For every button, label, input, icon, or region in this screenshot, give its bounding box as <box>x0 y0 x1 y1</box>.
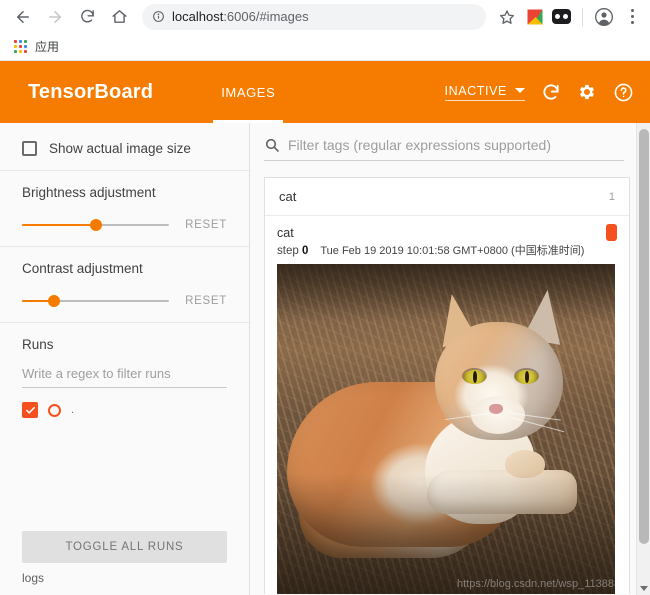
gear-icon <box>580 84 594 100</box>
image-preview[interactable]: https://blog.csdn.net/wsp_1138886114 <box>277 264 615 594</box>
cat-eye-left <box>463 370 486 384</box>
tensorboard-body: Show actual image size Brightness adjust… <box>0 123 650 595</box>
refresh-button[interactable] <box>541 82 561 102</box>
check-icon <box>25 406 35 414</box>
step-label: step <box>277 245 299 257</box>
brightness-slider[interactable] <box>22 218 170 232</box>
home-icon <box>111 10 127 23</box>
url-text: localhost:6006/#images <box>172 9 309 24</box>
contrast-slider-thumb[interactable] <box>48 295 61 307</box>
image-card-header: cat step 0 Tue Feb 19 2019 10:01:58 GMT+… <box>277 224 617 258</box>
tag-filter-input[interactable]: Filter tags (regular expressions support… <box>288 137 551 153</box>
address-bar[interactable]: localhost:6006/#images <box>142 3 486 30</box>
scrollbar-thumb[interactable] <box>639 129 649 544</box>
step-value: 0 <box>301 245 309 257</box>
contrast-section: Contrast adjustment RESET <box>0 247 249 323</box>
reload-icon <box>80 9 94 23</box>
profile-avatar-icon[interactable] <box>594 7 614 27</box>
category-name: cat <box>279 189 297 204</box>
run-status-label: INACTIVE <box>444 83 507 98</box>
show-actual-size-section: Show actual image size <box>0 127 249 171</box>
run-checkbox[interactable] <box>22 402 38 418</box>
brightness-reset-button[interactable]: RESET <box>185 219 227 231</box>
bookmark-star-button[interactable] <box>494 4 520 30</box>
url-host: localhost <box>172 9 224 24</box>
image-step: step 0 <box>277 245 308 257</box>
tensorboard-tabs: IMAGES <box>205 61 291 123</box>
tensorboard-logo[interactable]: TensorBoard <box>28 81 153 104</box>
site-info-icon[interactable] <box>152 10 165 23</box>
brightness-title: Brightness adjustment <box>22 185 156 200</box>
image-watermark: https://blog.csdn.net/wsp_1138886114 <box>457 578 615 590</box>
runs-section: Runs Write a regex to filter runs . <box>0 323 249 432</box>
logs-label: logs <box>22 571 45 585</box>
run-name-label: . <box>71 404 75 416</box>
google-photos-extension-icon[interactable] <box>526 8 544 26</box>
category-count: 1 <box>608 190 615 203</box>
tensorboard-header: TensorBoard IMAGES INACTIVE <box>0 61 650 123</box>
bookmarks-bar: 应用 <box>0 33 650 61</box>
pin-badge[interactable] <box>606 224 617 241</box>
run-color-swatch <box>48 403 61 417</box>
scrollbar-down-arrow-icon[interactable] <box>640 586 648 591</box>
category-header[interactable]: cat 1 <box>265 178 629 216</box>
image-meta: step 0 Tue Feb 19 2019 10:01:58 GMT+0800… <box>277 242 617 258</box>
main-panel: Filter tags (regular expressions support… <box>250 123 650 595</box>
tab-images[interactable]: IMAGES <box>205 61 291 123</box>
contrast-slider-row: RESET <box>22 294 227 308</box>
contrast-title: Contrast adjustment <box>22 261 143 276</box>
image-card: cat step 0 Tue Feb 19 2019 10:01:58 GMT+… <box>265 216 629 594</box>
settings-button[interactable] <box>577 82 597 102</box>
runs-filter-input[interactable]: Write a regex to filter runs <box>22 366 227 388</box>
reload-button[interactable] <box>72 2 102 32</box>
tag-filter-bar[interactable]: Filter tags (regular expressions support… <box>264 137 624 161</box>
cat-eye-right <box>515 370 538 384</box>
brightness-slider-fill <box>22 224 96 226</box>
browser-window: localhost:6006/#images 应用 TensorBoard IM… <box>0 0 650 595</box>
run-list-item[interactable]: . <box>22 402 227 418</box>
photo-bottom-shadow <box>277 474 615 594</box>
contrast-slider[interactable] <box>22 294 170 308</box>
url-path: :6006/#images <box>223 9 309 24</box>
arrow-left-icon <box>17 10 29 23</box>
brightness-slider-thumb[interactable] <box>89 219 102 231</box>
tensorboard-header-actions: INACTIVE <box>444 82 634 103</box>
brightness-slider-row: RESET <box>22 218 227 232</box>
runs-title: Runs <box>22 337 54 352</box>
home-button[interactable] <box>104 2 134 32</box>
sidebar-footer: TOGGLE ALL RUNS logs <box>0 531 249 595</box>
vertical-scrollbar[interactable] <box>636 123 650 595</box>
chevron-down-icon <box>515 88 525 93</box>
extension-icon[interactable] <box>552 9 571 24</box>
show-actual-size-label: Show actual image size <box>49 141 191 156</box>
refresh-icon <box>543 84 559 100</box>
extensions-area <box>522 7 642 27</box>
forward-button[interactable] <box>40 2 70 32</box>
image-timestamp: Tue Feb 19 2019 10:01:58 GMT+0800 (中国标准时… <box>320 245 585 257</box>
image-tag-label: cat <box>277 226 294 240</box>
category-card-cat: cat 1 cat step 0 Tue Feb 19 2019 10:01:5… <box>264 177 630 594</box>
apps-grid-icon[interactable] <box>14 40 27 53</box>
contrast-reset-button[interactable]: RESET <box>185 295 227 307</box>
help-circle-icon <box>614 83 633 101</box>
bookmark-apps-label[interactable]: 应用 <box>35 38 59 55</box>
kebab-menu-icon[interactable] <box>622 9 642 24</box>
show-actual-size-checkbox-row[interactable]: Show actual image size <box>22 141 227 156</box>
toggle-all-runs-button[interactable]: TOGGLE ALL RUNS <box>22 531 227 563</box>
search-icon <box>264 137 280 153</box>
back-button[interactable] <box>8 2 38 32</box>
show-actual-size-checkbox[interactable] <box>22 141 37 156</box>
brightness-section: Brightness adjustment RESET <box>0 171 249 247</box>
arrow-right-icon <box>49 10 61 23</box>
help-button[interactable] <box>613 82 634 103</box>
star-icon <box>500 9 514 24</box>
browser-toolbar: localhost:6006/#images <box>0 0 650 33</box>
run-status-dropdown[interactable]: INACTIVE <box>444 83 525 101</box>
sidebar: Show actual image size Brightness adjust… <box>0 123 250 595</box>
toolbar-divider <box>582 7 583 26</box>
cat-nose <box>489 404 503 414</box>
